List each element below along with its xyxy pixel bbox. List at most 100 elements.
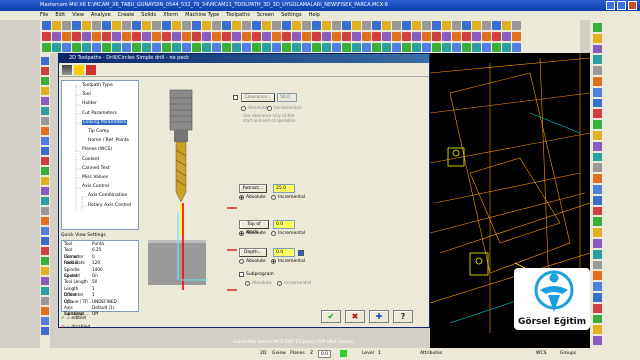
toolbar-button-icon[interactable] (41, 277, 49, 285)
toolbar-button-icon[interactable] (92, 21, 101, 30)
toolbar-button-icon[interactable] (593, 163, 602, 173)
retract-field[interactable]: 25.0 (273, 184, 295, 193)
toolbar-button-icon[interactable] (41, 327, 49, 335)
toolbar-button-icon[interactable] (132, 32, 141, 41)
toolbar-button-icon[interactable] (432, 21, 441, 30)
toolbar-button-icon[interactable] (512, 43, 521, 52)
toolbar-button-icon[interactable] (362, 21, 371, 30)
toolbar-button-icon[interactable] (182, 32, 191, 41)
toolbar-button-icon[interactable] (472, 43, 481, 52)
toolbar-button-icon[interactable] (342, 43, 351, 52)
toolbar-button-icon[interactable] (593, 44, 602, 54)
toolbar-button-icon[interactable] (42, 32, 51, 41)
toolbar-button-icon[interactable] (422, 21, 431, 30)
toolbar-button-icon[interactable] (41, 197, 49, 205)
toolbar-button-icon[interactable] (482, 21, 491, 30)
toolbar-button-icon[interactable] (332, 32, 341, 41)
toolbar-button-icon[interactable] (82, 32, 91, 41)
toolbar-button-icon[interactable] (262, 32, 271, 41)
toolbar-button-icon[interactable] (142, 32, 151, 41)
toolbar-button-icon[interactable] (122, 43, 131, 52)
menu-item-2[interactable]: View (72, 12, 84, 18)
menu-item-7[interactable]: Machine Type (185, 12, 219, 18)
toolbar-button-icon[interactable] (292, 43, 301, 52)
toolbar-button-icon[interactable] (162, 32, 171, 41)
toolbar-button-icon[interactable] (41, 297, 49, 305)
toolbar-button-icon[interactable] (593, 130, 602, 140)
toolbar-button-icon[interactable] (202, 43, 211, 52)
toolbar-button-icon[interactable] (442, 43, 451, 52)
toolbar-button-icon[interactable] (212, 32, 221, 41)
toolbar-button-icon[interactable] (52, 32, 61, 41)
menu-item-5[interactable]: Solids (141, 12, 156, 18)
toolbar-button-icon[interactable] (252, 43, 261, 52)
toolbar-button-icon[interactable] (422, 32, 431, 41)
menu-item-6[interactable]: Xform (163, 12, 178, 18)
toolbar-button-icon[interactable] (593, 98, 602, 108)
toolbar-button-icon[interactable] (182, 21, 191, 30)
toolbar-button-icon[interactable] (593, 174, 602, 183)
toolbar-button-icon[interactable] (42, 21, 51, 30)
toolbar-button-icon[interactable] (252, 21, 261, 30)
toolbar-button-icon[interactable] (41, 237, 49, 245)
toolbar-button-icon[interactable] (142, 21, 151, 30)
toolbar-button-icon[interactable] (593, 66, 602, 75)
depth-field[interactable]: 0.0 (273, 248, 295, 257)
toolbar-button-icon[interactable] (593, 217, 602, 227)
toolbar-button-icon[interactable] (422, 43, 431, 52)
toolbar-button-icon[interactable] (302, 43, 311, 52)
toolbar-button-icon[interactable] (593, 314, 602, 324)
toolbar-button-icon[interactable] (112, 43, 121, 52)
toolbar-button-icon[interactable] (593, 325, 602, 335)
menu-item-3[interactable]: Analyze (91, 12, 111, 18)
toolbar-button-icon[interactable] (162, 21, 171, 30)
toolbar-button-icon[interactable] (392, 32, 401, 41)
toolbar-button-icon[interactable] (232, 21, 241, 30)
toolbar-button-icon[interactable] (382, 43, 391, 52)
toolbar-button-icon[interactable] (52, 21, 61, 30)
toolbar-button-icon[interactable] (593, 238, 602, 248)
clearance-button[interactable]: Clearance... (241, 93, 275, 102)
toolbar-button-icon[interactable] (462, 21, 471, 30)
status-z-value[interactable]: 0.0 (318, 350, 332, 358)
toolbar-button-icon[interactable] (41, 217, 49, 225)
toolbar-button-icon[interactable] (593, 76, 602, 86)
toolbar-button-icon[interactable] (593, 33, 602, 43)
toolbar-button-icon[interactable] (272, 21, 281, 30)
toolbar-button-icon[interactable] (512, 21, 521, 30)
toolbar-button-icon[interactable] (412, 32, 421, 41)
subprogram-checkbox[interactable]: Subprogram (239, 272, 274, 277)
toolbar-button-icon[interactable] (41, 167, 49, 175)
toolbar-button-icon[interactable] (502, 21, 511, 30)
toolbar-button-icon[interactable] (593, 228, 602, 237)
toolbar-button-icon[interactable] (92, 32, 101, 41)
depth-button[interactable]: Depth... (239, 248, 267, 257)
toolbar-button-icon[interactable] (282, 43, 291, 52)
toolbar-button-icon[interactable] (452, 43, 461, 52)
clearance-absolute-radio[interactable]: Absolute (241, 106, 268, 111)
status-planes[interactable]: Planes (290, 348, 305, 360)
toolbar-button-icon[interactable] (41, 187, 49, 195)
toolbar-button-icon[interactable] (292, 32, 301, 41)
toolbar-button-icon[interactable] (41, 107, 49, 115)
toolbar-button-icon[interactable] (312, 21, 321, 30)
menu-item-8[interactable]: Toolpaths (226, 12, 250, 18)
status-level-value[interactable]: 1 (378, 348, 381, 360)
toolbar-button-icon[interactable] (41, 307, 49, 315)
toolbar-button-icon[interactable] (382, 32, 391, 41)
toolbar-button-icon[interactable] (122, 32, 131, 41)
status-level[interactable]: Level (362, 348, 374, 360)
toolbar-button-icon[interactable] (41, 177, 49, 185)
toolbar-button-icon[interactable] (72, 32, 81, 41)
toolbar-button-icon[interactable] (432, 43, 441, 52)
toolbar-button-icon[interactable] (322, 21, 331, 30)
toolbar-button-icon[interactable] (62, 32, 71, 41)
toolbar-button-icon[interactable] (152, 43, 161, 52)
toolbar-button-icon[interactable] (432, 32, 441, 41)
depth-incremental-radio[interactable]: Incremental (271, 259, 305, 264)
cancel-button[interactable]: ✖ (345, 310, 365, 323)
toolbar-button-icon[interactable] (102, 43, 111, 52)
toolbar-button-icon[interactable] (332, 21, 341, 30)
toolbar-button-icon[interactable] (502, 43, 511, 52)
toolbar-button-icon[interactable] (41, 117, 49, 125)
